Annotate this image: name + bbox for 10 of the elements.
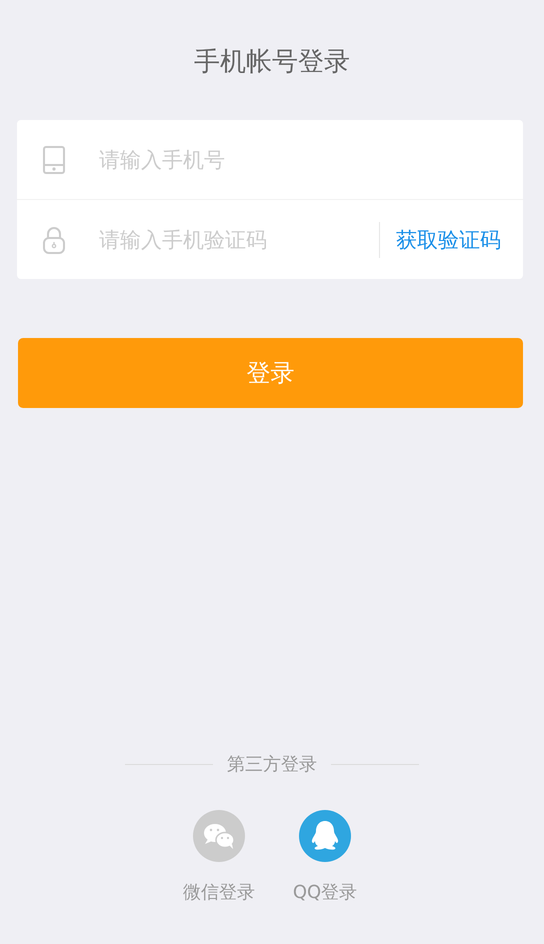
- penguin-icon[interactable]: [299, 810, 351, 862]
- login-button[interactable]: 登录: [18, 338, 523, 408]
- page-title: 手机帐号登录: [194, 46, 350, 79]
- chat-bubbles-icon[interactable]: [193, 810, 245, 862]
- lock-icon: [43, 226, 65, 254]
- provider-label[interactable]: 微信登录: [183, 880, 255, 904]
- provider-label[interactable]: QQ登录: [292, 880, 358, 904]
- get-code-button[interactable]: 获取验证码: [379, 222, 501, 258]
- section-label: 第三方登录: [227, 753, 317, 776]
- phone-icon: [43, 146, 65, 174]
